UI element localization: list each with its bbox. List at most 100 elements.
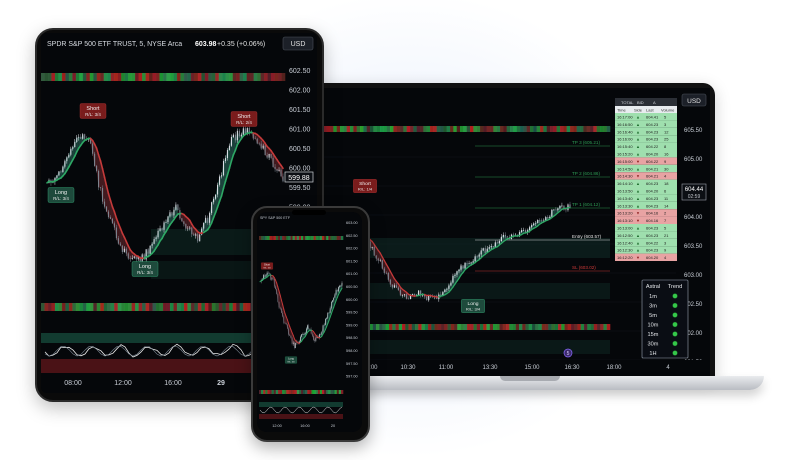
candle-body bbox=[275, 286, 276, 289]
heat-cell bbox=[212, 303, 216, 311]
heat-cell bbox=[545, 324, 549, 330]
candle-body bbox=[156, 237, 157, 239]
candle-body bbox=[372, 247, 373, 248]
candle-body bbox=[287, 325, 288, 329]
candle-body bbox=[165, 222, 166, 223]
heat-cell bbox=[299, 390, 301, 394]
candle-body bbox=[304, 334, 305, 335]
heat-cell bbox=[470, 324, 474, 330]
time-sales-last: 604.41 bbox=[646, 115, 659, 120]
heat-cell bbox=[593, 126, 597, 132]
candle-body bbox=[102, 188, 103, 202]
heat-cell bbox=[83, 73, 87, 81]
time-tick-label: 29 bbox=[217, 380, 225, 387]
heat-cell bbox=[153, 303, 157, 311]
heat-cell bbox=[219, 73, 223, 81]
signal-subtitle: R/L: 3/4 bbox=[53, 196, 69, 201]
phone-chart[interactable]: SPY S&P 500 ETF ShortR/L: 3/4LongR/L: 3/… bbox=[257, 212, 362, 432]
heat-cell bbox=[428, 324, 432, 330]
time-sales-column-header: Last bbox=[646, 108, 654, 113]
replay-icon[interactable]: 5 bbox=[564, 349, 572, 357]
price-tick-label: 602.50 bbox=[346, 234, 358, 238]
candle-body bbox=[537, 220, 538, 223]
heat-cell bbox=[400, 126, 404, 132]
heat-cell bbox=[135, 303, 139, 311]
heat-cell bbox=[604, 324, 608, 330]
trend-timeframe: 10m bbox=[648, 323, 659, 329]
heat-cell bbox=[291, 236, 293, 240]
candle-body bbox=[440, 294, 441, 295]
candle-body bbox=[551, 210, 552, 217]
heat-cell bbox=[280, 390, 282, 394]
time-and-sales-panel[interactable]: TOTALBIDATimeSideLastVolume16:17:00▲604.… bbox=[615, 98, 677, 261]
heat-cell bbox=[389, 324, 393, 330]
currency-button[interactable]: USD bbox=[283, 37, 313, 50]
heat-cell bbox=[441, 324, 445, 330]
price-tick-label: 600.50 bbox=[346, 285, 358, 289]
time-sales-time: 16:12:20 bbox=[617, 255, 633, 260]
candle-body bbox=[444, 290, 445, 292]
candle-body bbox=[454, 275, 455, 276]
heat-cell bbox=[399, 324, 403, 330]
heat-cell bbox=[555, 324, 559, 330]
heat-cell bbox=[410, 126, 414, 132]
time-sales-side: ▲ bbox=[636, 144, 640, 149]
currency-button[interactable]: USD bbox=[682, 94, 706, 106]
candle-body bbox=[295, 343, 296, 348]
candle-body bbox=[276, 289, 277, 294]
candle-body bbox=[281, 309, 282, 313]
heat-cell bbox=[422, 324, 426, 330]
heat-cell bbox=[257, 73, 261, 81]
heat-cell bbox=[490, 324, 494, 330]
candle-body bbox=[305, 333, 306, 334]
trend-status-dot bbox=[673, 322, 678, 327]
trend-panel-header: Astral bbox=[646, 284, 660, 290]
heat-cell bbox=[487, 324, 491, 330]
candle-body bbox=[223, 161, 224, 175]
price-tick-label: 599.00 bbox=[346, 323, 358, 327]
heat-cell bbox=[387, 126, 391, 132]
heat-cell bbox=[114, 303, 118, 311]
time-sales-time: 16:12:50 bbox=[617, 233, 633, 238]
heat-cell bbox=[470, 126, 474, 132]
candle-body bbox=[62, 167, 63, 172]
candle-body bbox=[458, 270, 459, 272]
heat-cell bbox=[433, 126, 437, 132]
candle-body bbox=[390, 280, 391, 285]
heat-cell bbox=[418, 324, 422, 330]
target-level-label: TP 1 (604.12) bbox=[572, 202, 600, 207]
laptop-chart[interactable]: TP 3 (605.21)TP 2 (604.86)TP 1 (604.12)E… bbox=[310, 88, 710, 376]
heat-cell bbox=[163, 73, 167, 81]
heat-cell bbox=[563, 126, 567, 132]
time-tick-label: 13:30 bbox=[482, 365, 498, 371]
candle-body bbox=[293, 343, 294, 345]
heat-cell bbox=[114, 73, 118, 81]
time-tick-label: 08:00 bbox=[64, 380, 82, 387]
candle-body bbox=[237, 131, 238, 140]
candle-body bbox=[126, 249, 127, 254]
heat-cell bbox=[58, 73, 62, 81]
heat-cell bbox=[540, 126, 544, 132]
price-tick-label: 600.00 bbox=[346, 298, 358, 302]
long-signal-label: LongR/L: 3/4 bbox=[48, 188, 74, 203]
heat-cell bbox=[44, 303, 48, 311]
heat-cell bbox=[330, 126, 334, 132]
price-tick-label: 605.00 bbox=[684, 157, 703, 163]
signal-subtitle: R/L: 3/4 bbox=[466, 307, 481, 312]
signal-subtitle: R/L: 3/4 bbox=[263, 267, 271, 269]
candle-body bbox=[173, 210, 174, 216]
candle-body bbox=[332, 300, 333, 302]
time-sales-last: 604.23 bbox=[646, 203, 659, 208]
last-price: 603.98 bbox=[195, 41, 217, 48]
heat-cell bbox=[454, 324, 458, 330]
heat-cell bbox=[191, 73, 195, 81]
candle-body bbox=[259, 144, 260, 145]
candle-body bbox=[265, 146, 266, 155]
heat-cell bbox=[261, 236, 263, 240]
time-sales-side: ▲ bbox=[636, 152, 640, 157]
heat-cell bbox=[413, 126, 417, 132]
time-sales-badge: TOTAL bbox=[621, 100, 634, 105]
symbol-name: SPDR S&P 500 ETF TRUST, 5, NYSE Arca bbox=[47, 41, 182, 48]
heat-cell bbox=[295, 390, 297, 394]
price-tick-label: 598.00 bbox=[346, 349, 358, 353]
